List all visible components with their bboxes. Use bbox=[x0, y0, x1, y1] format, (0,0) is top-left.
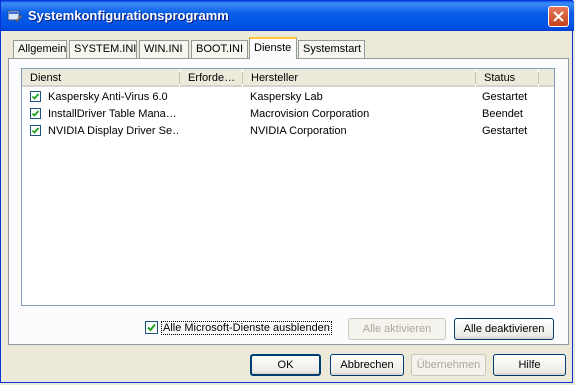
column-header-label: Dienst bbox=[30, 72, 62, 84]
hide-microsoft-services-checkbox[interactable] bbox=[145, 321, 158, 334]
table-row[interactable]: Kaspersky Anti-Virus 6.0 Kaspersky Lab G… bbox=[22, 89, 554, 106]
tab-label: SYSTEM.INI bbox=[74, 43, 137, 55]
column-header-dienst[interactable]: Dienst bbox=[22, 69, 179, 87]
tab-system-ini[interactable]: SYSTEM.INI bbox=[69, 40, 137, 58]
close-button[interactable] bbox=[548, 6, 569, 27]
service-status: Gestartet bbox=[482, 125, 528, 137]
column-header-erforderlich[interactable]: Erforde… bbox=[180, 69, 242, 87]
service-checkbox[interactable] bbox=[30, 125, 41, 136]
dialog-window: Systemkonfigurationsprogramm Allgemein S… bbox=[0, 0, 574, 383]
checkmark-icon bbox=[31, 93, 40, 100]
disable-all-button[interactable]: Alle deaktivieren bbox=[454, 318, 554, 340]
close-icon bbox=[553, 11, 564, 22]
help-button[interactable]: Hilfe bbox=[493, 354, 566, 376]
tab-systemstart[interactable]: Systemstart bbox=[298, 40, 365, 58]
tab-label: WIN.INI bbox=[144, 43, 183, 55]
service-name: InstallDriver Table Mana… bbox=[48, 108, 177, 120]
column-header-label: Erforde… bbox=[188, 72, 236, 84]
service-checkbox[interactable] bbox=[30, 108, 41, 119]
services-list[interactable]: Dienst Erforde… Hersteller Status Kasper… bbox=[21, 68, 555, 306]
service-vendor: Kaspersky Lab bbox=[250, 91, 323, 103]
service-name: NVIDIA Display Driver Se… bbox=[48, 125, 178, 137]
tab-boot-ini[interactable]: BOOT.INI bbox=[191, 40, 248, 58]
column-header-status[interactable]: Status bbox=[476, 69, 538, 87]
msconfig-icon bbox=[7, 8, 23, 24]
column-header-filler bbox=[539, 69, 554, 87]
service-vendor: NVIDIA Corporation bbox=[250, 125, 347, 137]
tab-win-ini[interactable]: WIN.INI bbox=[139, 40, 189, 58]
checkmark-icon bbox=[147, 323, 156, 332]
column-header-label: Hersteller bbox=[251, 72, 299, 84]
table-row[interactable]: NVIDIA Display Driver Se… NVIDIA Corpora… bbox=[22, 123, 554, 140]
column-header-hersteller[interactable]: Hersteller bbox=[243, 69, 475, 87]
tab-allgemein[interactable]: Allgemein bbox=[13, 40, 67, 58]
hide-microsoft-services-label[interactable]: Alle Microsoft-Dienste ausblenden bbox=[161, 321, 332, 335]
tab-label: Dienste bbox=[254, 42, 292, 54]
service-name: Kaspersky Anti-Virus 6.0 bbox=[48, 91, 168, 103]
service-checkbox[interactable] bbox=[30, 91, 41, 102]
tab-label: Systemstart bbox=[303, 43, 362, 55]
checkmark-icon bbox=[31, 110, 40, 117]
enable-all-button[interactable]: Alle aktivieren bbox=[348, 318, 446, 340]
window-title: Systemkonfigurationsprogramm bbox=[28, 8, 229, 23]
service-status: Beendet bbox=[482, 108, 523, 120]
tab-dienste[interactable]: Dienste bbox=[249, 37, 297, 59]
tab-label: Allgemein bbox=[18, 43, 67, 55]
ok-button[interactable]: OK bbox=[250, 354, 321, 376]
title-bar[interactable]: Systemkonfigurationsprogramm bbox=[1, 1, 574, 31]
table-row[interactable]: InstallDriver Table Mana… Macrovision Co… bbox=[22, 106, 554, 123]
service-vendor: Macrovision Corporation bbox=[250, 108, 370, 120]
column-header-label: Status bbox=[484, 72, 516, 84]
checkmark-icon bbox=[31, 127, 40, 134]
tab-label: BOOT.INI bbox=[196, 43, 244, 55]
cancel-button[interactable]: Abbrechen bbox=[330, 354, 404, 376]
apply-button[interactable]: Übernehmen bbox=[411, 354, 486, 376]
service-status: Gestartet bbox=[482, 91, 528, 103]
